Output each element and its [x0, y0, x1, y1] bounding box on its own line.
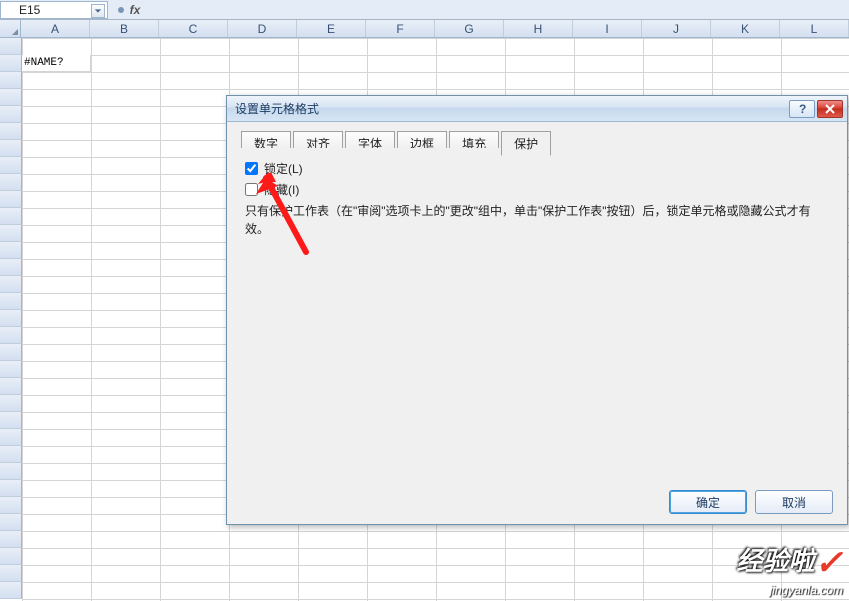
col-header[interactable]: B	[90, 20, 159, 37]
formula-bar: E15 fx	[0, 0, 849, 20]
row-header[interactable]	[0, 157, 22, 174]
row-header[interactable]	[0, 293, 22, 310]
watermark-check-icon: ✓	[815, 544, 844, 582]
watermark-text: 经验啦	[736, 541, 814, 578]
col-header[interactable]: L	[780, 20, 849, 37]
row-header[interactable]	[0, 208, 22, 225]
close-button[interactable]	[817, 100, 843, 118]
select-all-corner[interactable]	[0, 20, 21, 37]
ok-button[interactable]: 确定	[669, 490, 747, 514]
cell-a2[interactable]: #NAME?	[22, 55, 91, 72]
row-header[interactable]	[0, 565, 22, 582]
name-box-dropdown[interactable]	[91, 4, 105, 18]
col-header[interactable]: A	[21, 20, 90, 37]
row-header[interactable]	[0, 395, 22, 412]
row-header[interactable]	[0, 412, 22, 429]
row-header[interactable]	[0, 446, 22, 463]
dialog-title: 设置单元格格式	[231, 100, 787, 117]
row-header[interactable]	[0, 497, 22, 514]
lock-checkbox-row[interactable]: 锁定(L)	[245, 160, 829, 177]
row-header[interactable]	[0, 89, 22, 106]
lock-label: 锁定(L)	[264, 160, 303, 177]
col-header[interactable]: H	[504, 20, 573, 37]
row-header[interactable]	[0, 191, 22, 208]
col-header[interactable]: J	[642, 20, 711, 37]
column-headers: A B C D E F G H I J K L	[0, 20, 849, 38]
col-header[interactable]: G	[435, 20, 504, 37]
help-button[interactable]: ?	[789, 100, 815, 118]
dialog-titlebar[interactable]: 设置单元格格式 ?	[227, 96, 847, 122]
lock-checkbox[interactable]	[245, 162, 258, 175]
row-header[interactable]	[0, 242, 22, 259]
row-header[interactable]	[0, 310, 22, 327]
row-header[interactable]	[0, 225, 22, 242]
row-header[interactable]	[0, 548, 22, 565]
row-header[interactable]	[0, 140, 22, 157]
col-header[interactable]: I	[573, 20, 642, 37]
col-header[interactable]: K	[711, 20, 780, 37]
row-header[interactable]	[0, 259, 22, 276]
row-header[interactable]	[0, 582, 22, 599]
watermark-sub: jingyanla.com	[770, 583, 843, 597]
row-header[interactable]	[0, 361, 22, 378]
fx-icon[interactable]: fx	[124, 2, 146, 18]
name-box-value: E15	[19, 3, 40, 17]
hide-label: 隐藏(I)	[264, 181, 299, 198]
format-cells-dialog: 设置单元格格式 ? 数字 对齐 字体 边框 填充 保护 锁定(L) 隐藏(I) …	[226, 95, 848, 525]
col-header[interactable]: C	[159, 20, 228, 37]
dialog-buttons: 确定 取消	[669, 490, 833, 514]
row-header[interactable]	[0, 123, 22, 140]
row-header[interactable]	[0, 174, 22, 191]
dialog-content: 锁定(L) 隐藏(I) 只有保护工作表（在"审阅"选项卡上的"更改"组中，单击"…	[227, 148, 847, 478]
tab-protect[interactable]: 保护	[501, 131, 551, 156]
hide-checkbox[interactable]	[245, 183, 258, 196]
watermark: 经验啦✓ jingyanla.com	[736, 541, 843, 597]
hide-checkbox-row[interactable]: 隐藏(I)	[245, 181, 829, 198]
col-header[interactable]: E	[297, 20, 366, 37]
protect-note: 只有保护工作表（在"审阅"选项卡上的"更改"组中，单击"保护工作表"按钮）后，锁…	[245, 202, 829, 238]
row-header[interactable]	[0, 344, 22, 361]
row-header[interactable]	[0, 106, 22, 123]
col-header[interactable]: D	[228, 20, 297, 37]
cancel-button[interactable]: 取消	[755, 490, 833, 514]
svg-text:?: ?	[799, 103, 806, 115]
row-header[interactable]	[0, 55, 22, 72]
row-header[interactable]	[0, 429, 22, 446]
row-header[interactable]	[0, 514, 22, 531]
row-header[interactable]	[0, 463, 22, 480]
col-header[interactable]: F	[366, 20, 435, 37]
row-header[interactable]	[0, 327, 22, 344]
row-header[interactable]	[0, 72, 22, 89]
row-header[interactable]	[0, 276, 22, 293]
row-header[interactable]	[0, 378, 22, 395]
row-header[interactable]	[0, 480, 22, 497]
row-header[interactable]	[0, 38, 22, 55]
row-header[interactable]	[0, 531, 22, 548]
name-box[interactable]: E15	[0, 1, 108, 19]
